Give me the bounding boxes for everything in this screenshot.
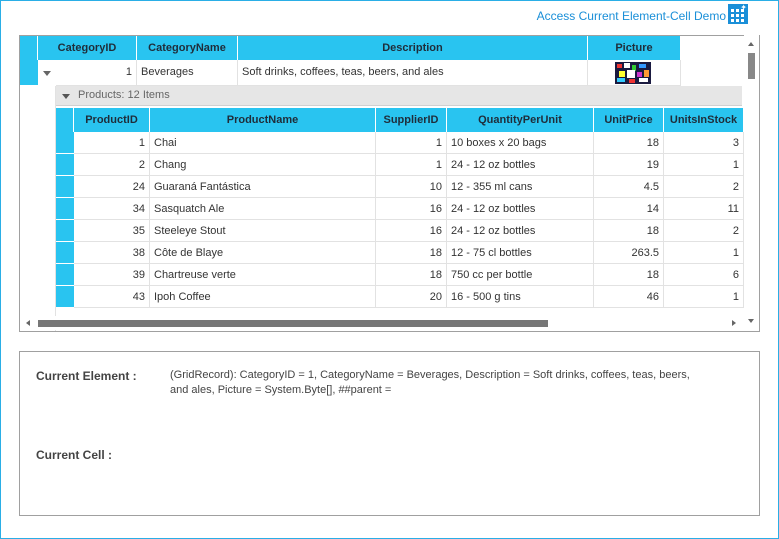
scroll-down-icon[interactable] [748, 319, 754, 323]
cell-productname[interactable]: Chartreuse verte [150, 264, 376, 286]
cell-productname[interactable]: Chang [150, 154, 376, 176]
cell-quantityperunit[interactable]: 12 - 355 ml cans [447, 176, 594, 198]
cell-productid[interactable]: 39 [74, 264, 150, 286]
cell-unitsinstock[interactable]: 1 [664, 286, 744, 308]
cell-unitsinstock[interactable]: 1 [664, 154, 744, 176]
column-header-quantityperunit[interactable]: QuantityPerUnit [447, 108, 594, 132]
cell-productid[interactable]: 24 [74, 176, 150, 198]
cell-unitprice[interactable]: 4.5 [594, 176, 664, 198]
column-header-picture[interactable]: Picture [588, 36, 681, 60]
header-indicator [20, 36, 38, 60]
row-indicator [56, 176, 74, 198]
detail-gutter [38, 86, 56, 331]
picture-thumbnail [615, 62, 651, 84]
cell-productname[interactable]: Guaraná Fantástica [150, 176, 376, 198]
column-header-categoryname[interactable]: CategoryName [137, 36, 238, 60]
column-header-productid[interactable]: ProductID [74, 108, 150, 132]
current-cell-label: Current Cell : [36, 448, 113, 462]
cell-unitprice[interactable]: 18 [594, 264, 664, 286]
cell-unitprice[interactable]: 18 [594, 220, 664, 242]
row-indicator [56, 220, 74, 242]
cell-supplierid[interactable]: 1 [376, 154, 447, 176]
cell-unitsinstock[interactable]: 3 [664, 132, 744, 154]
row-indicator [20, 60, 38, 86]
cell-quantityperunit[interactable]: 12 - 75 cl bottles [447, 242, 594, 264]
cell-unitprice[interactable]: 19 [594, 154, 664, 176]
cell-quantityperunit[interactable]: 24 - 12 oz bottles [447, 154, 594, 176]
cell-supplierid[interactable]: 10 [376, 176, 447, 198]
cell-productid[interactable]: 43 [74, 286, 150, 308]
cell-categoryid[interactable]: 1 [56, 60, 137, 86]
chevron-down-icon[interactable] [62, 94, 70, 99]
horizontal-scrollbar[interactable] [20, 316, 744, 330]
cell-supplierid[interactable]: 16 [376, 220, 447, 242]
cell-productid[interactable]: 38 [74, 242, 150, 264]
cell-quantityperunit[interactable]: 24 - 12 oz bottles [447, 198, 594, 220]
grid-sparkle-icon: ✦ [728, 4, 748, 24]
horizontal-scroll-thumb[interactable] [38, 320, 548, 327]
cell-productid[interactable]: 2 [74, 154, 150, 176]
cell-supplierid[interactable]: 18 [376, 264, 447, 286]
window-title: Access Current Element-Cell Demo [536, 9, 726, 23]
cell-unitsinstock[interactable]: 11 [664, 198, 744, 220]
group-label: Products: 12 Items [78, 89, 170, 101]
column-header-description[interactable]: Description [238, 36, 588, 60]
cell-productname[interactable]: Sasquatch Ale [150, 198, 376, 220]
row-indicator [56, 154, 74, 176]
column-header-unitsinstock[interactable]: UnitsInStock [664, 108, 744, 132]
cell-supplierid[interactable]: 20 [376, 286, 447, 308]
cell-quantityperunit[interactable]: 24 - 12 oz bottles [447, 220, 594, 242]
cell-unitsinstock[interactable]: 1 [664, 242, 744, 264]
cell-productname[interactable]: Chai [150, 132, 376, 154]
cell-unitprice[interactable]: 263.5 [594, 242, 664, 264]
cell-productname[interactable]: Ipoh Coffee [150, 286, 376, 308]
cell-supplierid[interactable]: 18 [376, 242, 447, 264]
column-header-categoryid[interactable]: CategoryID [38, 36, 137, 60]
cell-supplierid[interactable]: 1 [376, 132, 447, 154]
cell-productid[interactable]: 34 [74, 198, 150, 220]
row-indicator [56, 132, 74, 154]
current-element-value-line1: (GridRecord): CategoryID = 1, CategoryNa… [170, 369, 690, 381]
child-header-indicator [56, 108, 74, 132]
title-bar: Access Current Element-Cell Demo ✦ × [1, 1, 778, 29]
chevron-down-icon[interactable] [38, 62, 56, 84]
row-indicator [56, 286, 74, 308]
cell-unitprice[interactable]: 18 [594, 132, 664, 154]
scroll-up-icon[interactable] [748, 42, 754, 46]
cell-productname[interactable]: Côte de Blaye [150, 242, 376, 264]
cell-productname[interactable]: Steeleye Stout [150, 220, 376, 242]
column-header-unitprice[interactable]: UnitPrice [594, 108, 664, 132]
row-indicator [56, 242, 74, 264]
vertical-scrollbar[interactable] [744, 35, 759, 331]
cell-quantityperunit[interactable]: 750 cc per bottle [447, 264, 594, 286]
cell-quantityperunit[interactable]: 16 - 500 g tins [447, 286, 594, 308]
vertical-scroll-thumb[interactable] [748, 53, 755, 79]
cell-unitsinstock[interactable]: 2 [664, 176, 744, 198]
cell-unitprice[interactable]: 14 [594, 198, 664, 220]
window: Access Current Element-Cell Demo ✦ × Cat… [0, 0, 779, 539]
scroll-left-icon[interactable] [26, 320, 30, 326]
info-panel: Current Element : (GridRecord): Category… [19, 351, 760, 516]
cell-unitsinstock[interactable]: 6 [664, 264, 744, 286]
cell-quantityperunit[interactable]: 10 boxes x 20 bags [447, 132, 594, 154]
cell-categoryname[interactable]: Beverages [137, 60, 238, 86]
cell-unitprice[interactable]: 46 [594, 286, 664, 308]
row-indicator [56, 198, 74, 220]
column-header-productname[interactable]: ProductName [150, 108, 376, 132]
column-header-supplierid[interactable]: SupplierID [376, 108, 447, 132]
cell-supplierid[interactable]: 16 [376, 198, 447, 220]
current-element-label: Current Element : [36, 369, 137, 383]
cell-description[interactable]: Soft drinks, coffees, teas, beers, and a… [238, 60, 588, 86]
cell-productid[interactable]: 35 [74, 220, 150, 242]
cell-productid[interactable]: 1 [74, 132, 150, 154]
group-header-products[interactable]: Products: 12 Items [56, 86, 742, 106]
current-element-value-line2: and ales, Picture = System.Byte[], ##par… [170, 384, 392, 396]
cell-unitsinstock[interactable]: 2 [664, 220, 744, 242]
row-indicator [56, 264, 74, 286]
scroll-right-icon[interactable] [732, 320, 736, 326]
